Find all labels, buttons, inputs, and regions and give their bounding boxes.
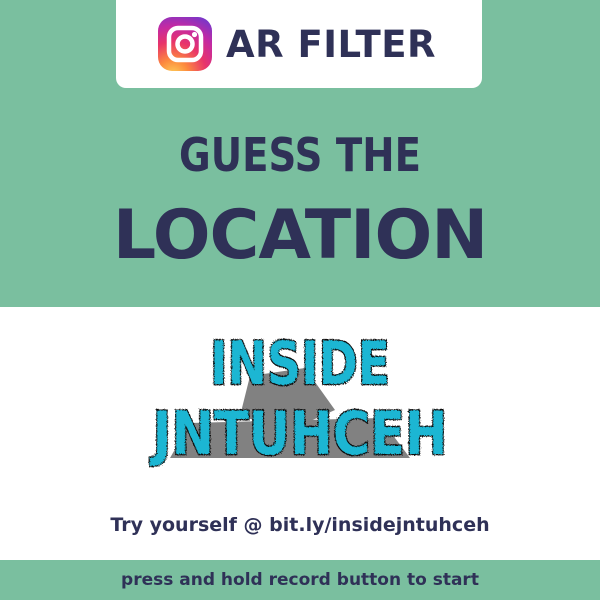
instruction-text: press and hold record button to start xyxy=(121,570,479,590)
logo-line-2: JNTUHCEH xyxy=(149,399,447,468)
headline-line-1: GUESS THE xyxy=(179,128,421,182)
headline-line-2: LOCATION xyxy=(112,196,488,275)
logo-line-1: INSIDE xyxy=(210,329,390,399)
bottom-band: press and hold record button to start xyxy=(0,560,600,600)
inside-jntuhceh-logo: INSIDE JNTUHCEH xyxy=(148,328,449,468)
ar-filter-badge: AR FILTER xyxy=(116,0,482,88)
try-yourself-link-text: Try yourself @ bit.ly/insidejntuhceh xyxy=(110,514,490,536)
instagram-icon xyxy=(157,17,212,71)
badge-label: AR FILTER xyxy=(225,22,436,66)
